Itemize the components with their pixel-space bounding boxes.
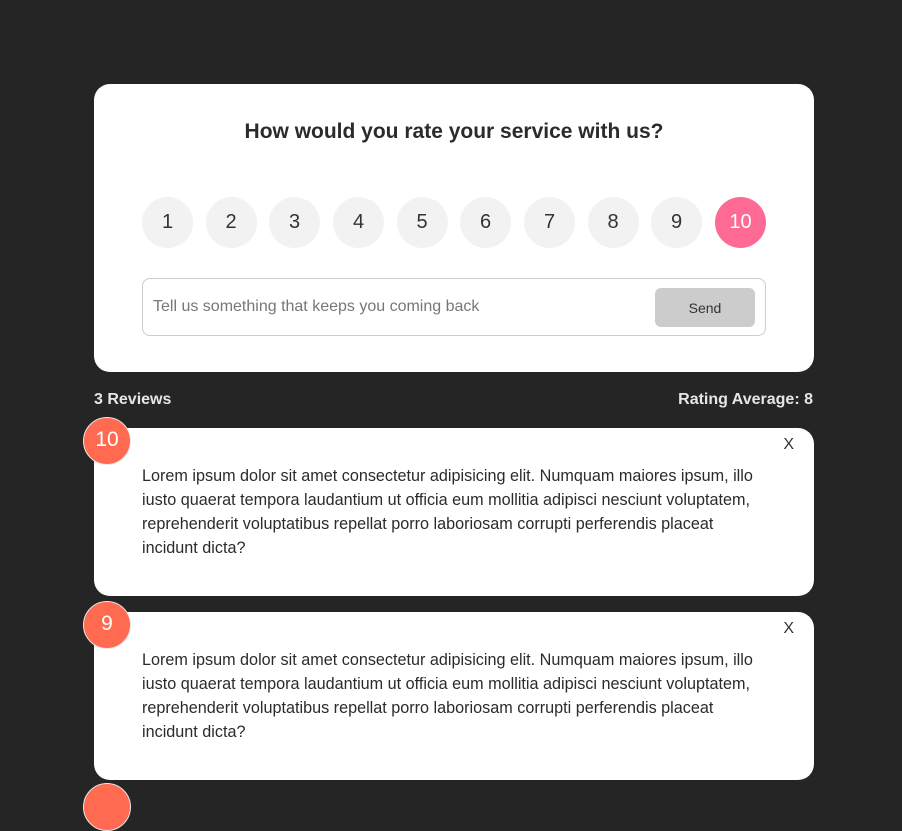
rating-option-6[interactable]: 6 xyxy=(460,197,511,248)
review-count: 3 Reviews xyxy=(94,391,172,408)
rating-option-2[interactable]: 2 xyxy=(205,197,257,248)
delete-review-button[interactable]: X xyxy=(783,436,794,454)
rating-average: Rating Average: 8 xyxy=(678,391,813,408)
review-card: 10 X Lorem ipsum dolor sit amet consecte… xyxy=(83,417,814,596)
rating-option-8[interactable]: 8 xyxy=(587,197,639,248)
review-text: Lorem ipsum dolor sit amet consectetur a… xyxy=(142,651,753,741)
rating-option-7[interactable]: 7 xyxy=(524,197,575,248)
review-text: Lorem ipsum dolor sit amet consectetur a… xyxy=(142,467,753,557)
rating-form-card: How would you rate your service with us?… xyxy=(94,84,814,372)
next-review-rating-badge xyxy=(83,783,131,831)
send-button[interactable]: Send xyxy=(655,288,755,327)
rating-option-3[interactable]: 3 xyxy=(269,197,320,248)
rating-option-10[interactable]: 10 xyxy=(715,197,766,248)
review-stats: 3 Reviews Rating Average: 8 xyxy=(94,391,814,411)
rating-question-title: How would you rate your service with us? xyxy=(244,120,664,143)
rating-option-4[interactable]: 4 xyxy=(333,197,384,248)
review-rating-badge: 10 xyxy=(83,417,131,465)
delete-review-button[interactable]: X xyxy=(783,620,794,638)
review-card: 9 X Lorem ipsum dolor sit amet consectet… xyxy=(83,601,814,780)
rating-option-9[interactable]: 9 xyxy=(651,197,702,248)
rating-options: 1 2 3 4 5 6 7 8 9 10 xyxy=(142,197,766,248)
rating-option-5[interactable]: 5 xyxy=(396,197,448,248)
review-text-input[interactable] xyxy=(153,293,633,321)
rating-option-1[interactable]: 1 xyxy=(142,197,193,248)
review-input-group: Send xyxy=(142,278,766,336)
review-rating-badge: 9 xyxy=(83,601,131,649)
